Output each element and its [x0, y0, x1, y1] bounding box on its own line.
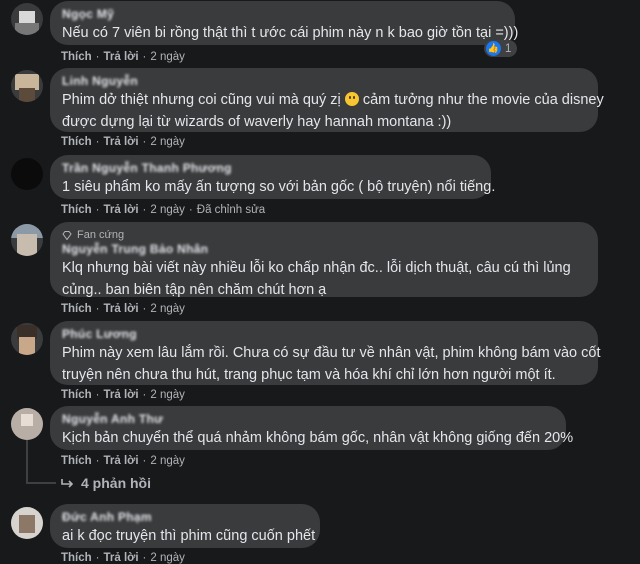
author-name[interactable]: Đức Anh Phạm: [62, 510, 308, 525]
comment-text-line: Phim dở thiệt nhưng coi cũng vui mà quý …: [62, 89, 604, 111]
author-name[interactable]: Trần Nguyễn Thanh Phương: [62, 161, 479, 176]
thread-line: [26, 482, 56, 484]
avatar[interactable]: [11, 158, 43, 190]
comment-bubble: Phúc Lương Phim này xem lâu lắm rồi. Chư…: [50, 321, 601, 385]
edited-label[interactable]: Đã chỉnh sửa: [197, 204, 265, 216]
reply-button[interactable]: Trả lời: [104, 204, 139, 216]
timestamp[interactable]: 2 ngày: [150, 455, 185, 467]
avatar[interactable]: [11, 507, 43, 539]
comment-actions: Thích · Trả lời · 2 ngày · Đã chỉnh sửa: [61, 204, 266, 216]
avatar[interactable]: [11, 3, 43, 35]
grinning-emoji-icon: [344, 92, 359, 106]
like-button[interactable]: Thích: [61, 136, 92, 148]
reply-arrow-icon: [61, 479, 74, 488]
comment-bubble: Linh Nguyễn Phim dở thiệt nhưng coi cũng…: [50, 68, 604, 132]
comment-bubble: Trần Nguyễn Thanh Phương 1 siêu phẩm ko …: [50, 155, 496, 199]
comment-bubble: Nguyễn Anh Thư Kịch bản chuyển thể quá n…: [50, 406, 574, 450]
comment-text: củng.. ban biên tập nên chăm chút hơn ạ: [62, 282, 327, 298]
like-button[interactable]: Thích: [61, 51, 92, 63]
replies-count: 4 phản hồi: [81, 475, 151, 491]
author-name[interactable]: Phúc Lương: [62, 327, 586, 342]
reaction-summary[interactable]: 👍 1: [484, 40, 518, 57]
like-icon: 👍: [486, 41, 501, 56]
comment-text: Klq nhưng bài viết này nhiều lỗi ko chấp…: [62, 260, 571, 276]
comment-bubble: Đức Anh Phạm ai k đọc truyện thì phim cũ…: [50, 504, 320, 548]
avatar[interactable]: [11, 408, 43, 440]
comment-text: Phim dở thiệt nhưng coi cũng vui mà quý …: [62, 92, 341, 108]
avatar[interactable]: [11, 323, 43, 355]
reaction-count: 1: [505, 42, 512, 55]
like-button[interactable]: Thích: [61, 204, 92, 216]
thread-line: [26, 440, 28, 484]
reply-button[interactable]: Trả lời: [104, 389, 139, 401]
timestamp[interactable]: 2 ngày: [150, 552, 185, 564]
reply-button[interactable]: Trả lời: [104, 51, 139, 63]
fan-badge[interactable]: Fan cứng: [62, 228, 586, 242]
comment-actions: Thích · Trả lời · 2 ngày: [61, 389, 185, 401]
author-name[interactable]: Nguyễn Anh Thư: [62, 412, 554, 427]
reply-button[interactable]: Trả lời: [104, 455, 139, 467]
reply-button[interactable]: Trả lời: [104, 136, 139, 148]
timestamp[interactable]: 2 ngày: [150, 204, 185, 216]
timestamp[interactable]: 2 ngày: [150, 51, 185, 63]
timestamp[interactable]: 2 ngày: [150, 303, 185, 315]
author-name[interactable]: Nguyễn Trung Bảo Nhân: [62, 242, 586, 257]
diamond-badge-icon: [62, 230, 72, 240]
author-name[interactable]: Linh Nguyễn: [62, 74, 586, 89]
like-button[interactable]: Thích: [61, 303, 92, 315]
comment-text: ai k đọc truyện thì phim cũng cuốn phết: [62, 528, 316, 544]
comment-actions: Thích · Trả lời · 2 ngày: [61, 552, 185, 564]
comment-text: Nếu có 7 viên bi rồng thật thì t ước cái…: [62, 25, 519, 41]
timestamp[interactable]: 2 ngày: [150, 136, 185, 148]
comment-text: Kịch bản chuyển thể quá nhảm không bám g…: [62, 430, 574, 446]
author-name[interactable]: Ngọc Mỹ: [62, 7, 503, 22]
comment-bubble: Fan cứng Nguyễn Trung Bảo Nhân Klq nhưng…: [50, 222, 598, 298]
comment-bubble: Ngọc Mỹ Nếu có 7 viên bi rồng thật thì t…: [50, 1, 519, 45]
timestamp[interactable]: 2 ngày: [150, 389, 185, 401]
comment-actions: Thích · Trả lời · 2 ngày: [61, 51, 185, 63]
like-button[interactable]: Thích: [61, 552, 92, 564]
like-button[interactable]: Thích: [61, 455, 92, 467]
comment-actions: Thích · Trả lời · 2 ngày: [61, 136, 185, 148]
comment-text: Phim này xem lâu lắm rồi. Chưa có sự đầu…: [62, 345, 601, 361]
view-replies-link[interactable]: 4 phản hồi: [61, 475, 151, 491]
comment-text: cảm tưởng như the movie của disney: [362, 92, 604, 108]
badge-label: Fan cứng: [77, 229, 125, 241]
comment-actions: Thích · Trả lời · 2 ngày: [61, 303, 185, 315]
comment-text: được dựng lại từ wizards of waverly hay …: [62, 114, 452, 130]
like-button[interactable]: Thích: [61, 389, 92, 401]
comment-actions: Thích · Trả lời · 2 ngày: [61, 455, 185, 467]
reply-button[interactable]: Trả lời: [104, 303, 139, 315]
comment-text: 1 siêu phẩm ko mấy ấn tượng so với bản g…: [62, 179, 496, 195]
avatar[interactable]: [11, 224, 43, 256]
comment-text: truyện nên chưa thu hút, trang phục tạm …: [62, 367, 556, 383]
reply-button[interactable]: Trả lời: [104, 552, 139, 564]
avatar[interactable]: [11, 70, 43, 102]
